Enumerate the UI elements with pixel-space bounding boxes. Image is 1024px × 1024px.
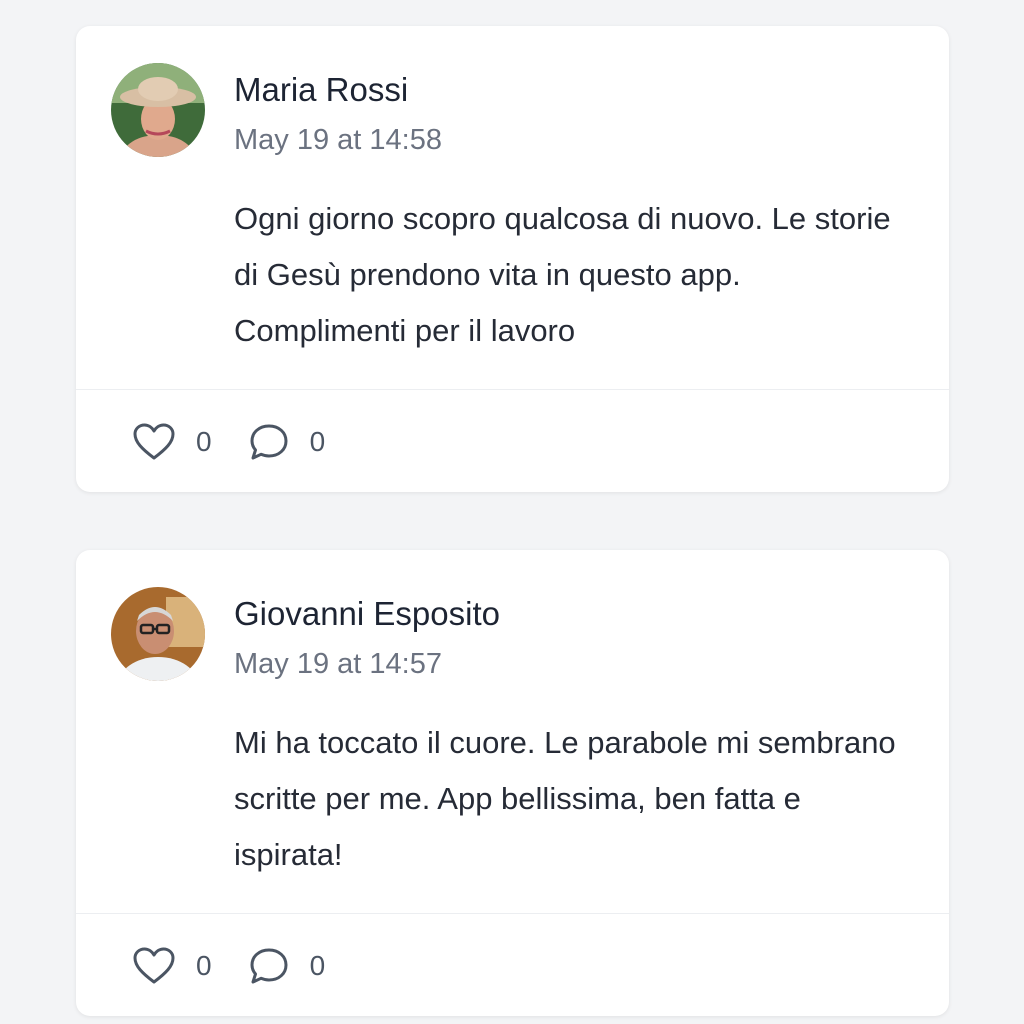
- divider: [76, 913, 949, 914]
- post-card: Giovanni Esposito May 19 at 14:57 Mi ha …: [76, 550, 949, 1016]
- post-timestamp: May 19 at 14:58: [234, 124, 442, 156]
- avatar[interactable]: [111, 63, 205, 157]
- avatar-image: [111, 63, 205, 157]
- avatar[interactable]: [111, 587, 205, 681]
- heart-icon: [133, 423, 175, 460]
- like-count: 0: [196, 426, 212, 457]
- post-text: Mi ha toccato il cuore. Le parabole mi s…: [234, 725, 896, 872]
- divider: [76, 389, 949, 390]
- comment-button[interactable]: 0: [248, 422, 326, 462]
- post-actions: 0 0: [132, 418, 361, 466]
- author-name[interactable]: Maria Rossi: [234, 71, 408, 109]
- like-count: 0: [196, 950, 212, 981]
- author-name[interactable]: Giovanni Esposito: [234, 595, 500, 633]
- post-card: Maria Rossi May 19 at 14:58 Ogni giorno …: [76, 26, 949, 492]
- avatar-image: [111, 587, 205, 681]
- post-timestamp: May 19 at 14:57: [234, 648, 442, 680]
- comment-feed: Maria Rossi May 19 at 14:58 Ogni giorno …: [0, 0, 1024, 1024]
- speech-bubble-icon: [250, 424, 288, 460]
- speech-bubble-icon: [250, 948, 288, 984]
- like-button[interactable]: 0: [132, 422, 212, 462]
- comment-count: 0: [309, 426, 326, 457]
- comment-count: 0: [309, 950, 326, 981]
- post-text: Ogni giorno scopro qualcosa di nuovo. Le…: [234, 201, 891, 348]
- like-button[interactable]: 0: [132, 946, 212, 986]
- heart-icon: [133, 947, 175, 984]
- comment-button[interactable]: 0: [248, 946, 326, 986]
- post-actions: 0 0: [132, 942, 361, 990]
